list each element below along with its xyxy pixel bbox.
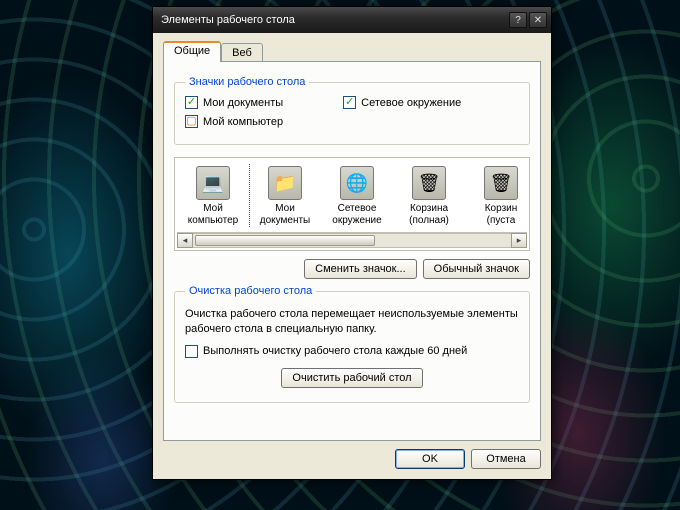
horizontal-scrollbar[interactable]: ◂ ▸ (177, 232, 527, 248)
checkbox-network[interactable]: ✓ Сетевое окружение (343, 96, 461, 109)
icon-label: (пуста (487, 215, 516, 227)
checkbox-cleanup-schedule[interactable]: Выполнять очистку рабочего стола каждые … (185, 345, 519, 358)
scrollbar-track[interactable] (193, 233, 511, 248)
computer-icon: 💻 (196, 166, 230, 200)
default-icon-button[interactable]: Обычный значок (423, 259, 530, 279)
window-title: Элементы рабочего стола (161, 14, 507, 26)
folder-icon: 📁 (268, 166, 302, 200)
checkbox-label: Мой компьютер (203, 116, 283, 128)
cleanup-group: Очистка рабочего стола Очистка рабочего … (174, 285, 530, 403)
recycle-full-icon: 🗑 (412, 166, 446, 200)
icon-label: Сетевое (338, 203, 377, 215)
close-button[interactable]: ✕ (529, 12, 547, 28)
checkmark-icon: ✓ (185, 96, 198, 109)
scroll-left-arrow-icon[interactable]: ◂ (177, 233, 193, 248)
dialog-body: Общие Веб Значки рабочего стола ✓ Мои до… (153, 33, 551, 479)
icon-buttons-row: Сменить значок... Обычный значок (174, 259, 530, 279)
recycle-empty-icon: 🗑 (484, 166, 518, 200)
icon-item-my-computer[interactable]: 💻 Мой компьютер (177, 164, 249, 228)
checkbox-label: Сетевое окружение (361, 97, 461, 109)
checkbox-my-documents[interactable]: ✓ Мои документы (185, 96, 283, 109)
checkbox-label: Мои документы (203, 97, 283, 109)
cleanup-legend: Очистка рабочего стола (185, 285, 316, 297)
scroll-right-arrow-icon[interactable]: ▸ (511, 233, 527, 248)
clean-desktop-button[interactable]: Очистить рабочий стол (281, 368, 422, 388)
icon-item-recycle-full[interactable]: 🗑 Корзина (полная) (393, 164, 465, 228)
icon-label: Мой (203, 203, 223, 215)
icon-item-my-documents[interactable]: 📁 Мои документы (249, 164, 321, 228)
icon-label: Корзина (410, 203, 448, 215)
tab-general[interactable]: Общие (163, 41, 221, 62)
tabs-row: Общие Веб (163, 41, 541, 62)
icon-strip: 💻 Мой компьютер 📁 Мои документы 🌐 Сетево… (177, 164, 527, 228)
dialog-button-row: OK Отмена (163, 449, 541, 469)
desktop-icons-group: Значки рабочего стола ✓ Мои документы ✓ … (174, 76, 530, 145)
icon-item-recycle-empty[interactable]: 🗑 Корзин (пуста (465, 164, 527, 228)
cancel-button[interactable]: Отмена (471, 449, 541, 469)
checkmark-icon: ✓ (343, 96, 356, 109)
icon-label: (полная) (409, 215, 449, 227)
icon-label: Мои (275, 203, 295, 215)
help-button[interactable]: ? (509, 12, 527, 28)
checkmark-icon: ▢ (185, 115, 198, 128)
icon-preview-section: 💻 Мой компьютер 📁 Мои документы 🌐 Сетево… (174, 157, 530, 279)
titlebar[interactable]: Элементы рабочего стола ? ✕ (153, 7, 551, 33)
icon-item-network[interactable]: 🌐 Сетевое окружение (321, 164, 393, 228)
checkbox-label: Выполнять очистку рабочего стола каждые … (203, 345, 467, 357)
icon-label: окружение (332, 215, 381, 227)
icon-label: компьютер (188, 215, 238, 227)
tab-panel-general: Значки рабочего стола ✓ Мои документы ✓ … (163, 61, 541, 441)
checkbox-my-computer[interactable]: ▢ Мой компьютер (185, 115, 283, 128)
desktop-items-dialog: Элементы рабочего стола ? ✕ Общие Веб Зн… (152, 6, 552, 480)
icon-label: документы (260, 215, 311, 227)
scrollbar-thumb[interactable] (195, 235, 375, 246)
tab-web[interactable]: Веб (221, 43, 263, 62)
cleanup-description: Очистка рабочего стола перемещает неиспо… (185, 307, 519, 337)
change-icon-button[interactable]: Сменить значок... (304, 259, 417, 279)
icon-label: Корзин (485, 203, 518, 215)
desktop-icons-legend: Значки рабочего стола (185, 76, 309, 88)
network-icon: 🌐 (340, 166, 374, 200)
checkbox-empty-icon (185, 345, 198, 358)
ok-button[interactable]: OK (395, 449, 465, 469)
